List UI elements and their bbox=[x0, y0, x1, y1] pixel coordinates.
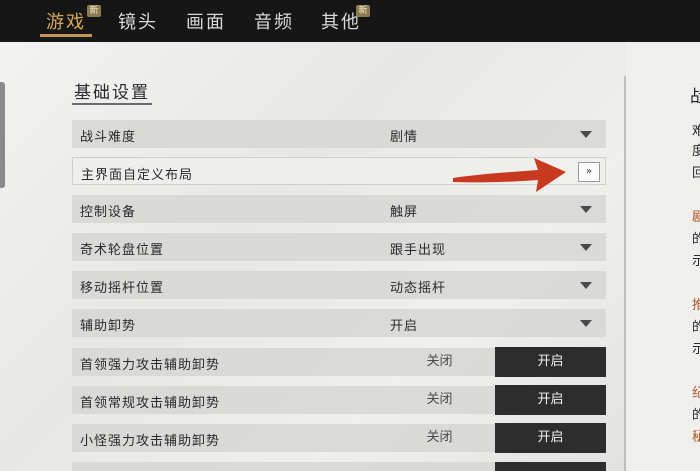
toggle-on-option[interactable]: 开启 bbox=[495, 385, 606, 415]
tab-other[interactable]: 其他 bbox=[321, 8, 361, 34]
info-panel bbox=[626, 42, 700, 471]
info-text: 回 bbox=[692, 166, 700, 181]
info-title: 战 bbox=[690, 87, 700, 107]
section-underline bbox=[72, 103, 152, 105]
toggle-on-option[interactable]: 开启 bbox=[495, 347, 606, 377]
toggle-off-option[interactable]: 关闭 bbox=[384, 348, 495, 376]
setting-label: 战斗难度 bbox=[80, 130, 137, 145]
info-text: 秘 bbox=[692, 430, 700, 445]
setting-value: 跟手出现 bbox=[390, 243, 447, 258]
setting-value: 动态摇杆 bbox=[390, 281, 447, 296]
chevron-down-icon bbox=[580, 206, 592, 213]
setting-value: 剧情 bbox=[390, 130, 419, 145]
setting-label: 小怪强力攻击辅助卸势 bbox=[80, 434, 221, 449]
toggle-on-option bbox=[495, 462, 606, 471]
toggle-on-option[interactable]: 开启 bbox=[495, 423, 606, 453]
chevron-down-icon bbox=[580, 244, 592, 251]
setting-label: 主界面自定义布局 bbox=[81, 168, 194, 183]
setting-value: 开启 bbox=[390, 319, 419, 334]
setting-label: 奇术轮盘位置 bbox=[80, 243, 165, 258]
setting-label: 首领强力攻击辅助卸势 bbox=[80, 358, 221, 373]
setting-row-boss-normal-deflect: 首领常规攻击辅助卸势 关闭 开启 bbox=[72, 385, 606, 415]
setting-row-joystick-position[interactable]: 移动摇杆位置 动态摇杆 bbox=[72, 271, 606, 299]
info-text: 剧 bbox=[692, 210, 700, 225]
setting-label: 移动摇杆位置 bbox=[80, 281, 165, 296]
setting-label: 辅助卸势 bbox=[80, 319, 137, 334]
setting-row-control-device[interactable]: 控制设备 触屏 bbox=[72, 195, 606, 223]
top-navigation-bar: 游戏 新 镜头 画面 音频 其他 新 bbox=[0, 0, 700, 42]
info-text: 的 bbox=[692, 232, 700, 247]
tab-graphics[interactable]: 画面 bbox=[186, 8, 226, 34]
setting-value: 触屏 bbox=[390, 205, 419, 220]
setting-label: 首领常规攻击辅助卸势 bbox=[80, 396, 221, 411]
info-text: 的 bbox=[692, 408, 700, 423]
section-title: 基础设置 bbox=[74, 83, 150, 103]
tab-game[interactable]: 游戏 bbox=[46, 8, 86, 34]
setting-row-boss-strong-deflect: 首领强力攻击辅助卸势 关闭 开启 bbox=[72, 347, 606, 377]
panel-divider bbox=[624, 76, 626, 471]
info-text: 示 bbox=[692, 342, 700, 357]
info-text: 纪 bbox=[692, 386, 700, 401]
double-chevron-right-icon[interactable]: » bbox=[578, 162, 600, 182]
setting-row-assist-deflect[interactable]: 辅助卸势 开启 bbox=[72, 309, 606, 337]
new-badge: 新 bbox=[87, 5, 101, 17]
setting-row-wheel-position[interactable]: 奇术轮盘位置 跟手出现 bbox=[72, 233, 606, 261]
toggle-off-option[interactable]: 关闭 bbox=[384, 424, 495, 452]
toggle-off-option[interactable]: 关闭 bbox=[384, 386, 495, 414]
info-text: 度 bbox=[692, 144, 700, 159]
chevron-down-icon bbox=[580, 320, 592, 327]
chevron-down-icon bbox=[580, 282, 592, 289]
info-text: 的 bbox=[692, 320, 700, 335]
setting-row-minion-strong-deflect: 小怪强力攻击辅助卸势 关闭 开启 bbox=[72, 423, 606, 453]
active-tab-indicator bbox=[40, 34, 92, 37]
info-text: 难 bbox=[692, 124, 700, 139]
setting-row-combat-difficulty[interactable]: 战斗难度 剧情 bbox=[72, 120, 606, 148]
info-text: 推 bbox=[692, 298, 700, 313]
tab-audio[interactable]: 音频 bbox=[254, 8, 294, 34]
setting-label: 控制设备 bbox=[80, 205, 137, 220]
annotation-arrow-icon bbox=[453, 158, 566, 192]
info-text: 示 bbox=[692, 254, 700, 269]
new-badge: 新 bbox=[356, 5, 370, 17]
chevron-down-icon bbox=[580, 131, 592, 138]
setting-row-partial bbox=[72, 462, 606, 471]
scrollbar[interactable] bbox=[0, 82, 5, 188]
tab-camera[interactable]: 镜头 bbox=[118, 8, 158, 34]
